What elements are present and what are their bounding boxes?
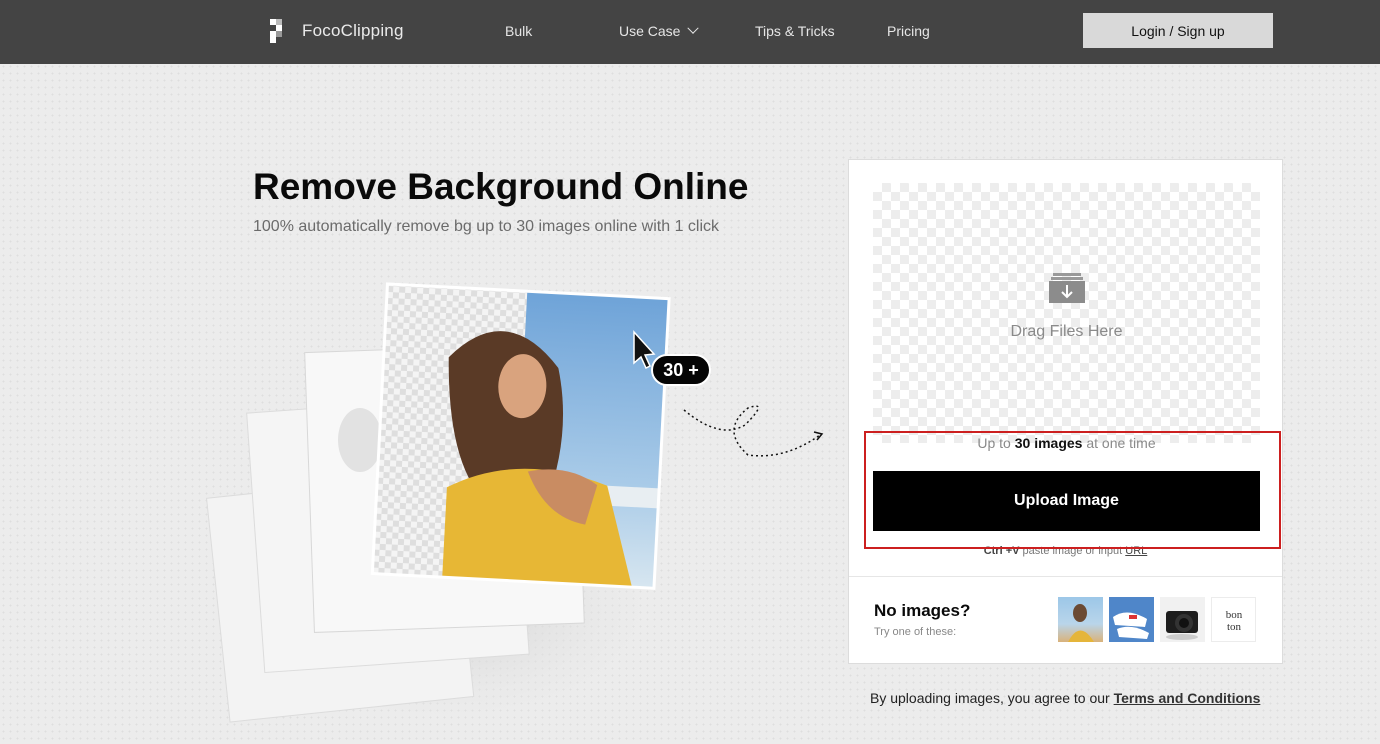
bonton-logo-sample-image[interactable]: bon ton bbox=[1211, 597, 1256, 642]
nav-item-bulk[interactable]: Bulk bbox=[505, 23, 532, 39]
login-signup-button[interactable]: Login / Sign up bbox=[1083, 13, 1273, 48]
image-count-badge: 30 + bbox=[651, 354, 711, 386]
divider bbox=[849, 576, 1282, 577]
upload-tray-icon bbox=[1049, 273, 1085, 303]
sample-images: bon ton bbox=[1058, 597, 1256, 642]
terms-notice: By uploading images, you agree to our Te… bbox=[870, 690, 1261, 706]
url-input-link[interactable]: URL bbox=[1125, 545, 1147, 557]
upload-card: Drag Files Here Up to 30 images at one t… bbox=[848, 159, 1283, 664]
logo-text: FocoClipping bbox=[302, 21, 404, 40]
drop-zone[interactable]: Drag Files Here Up to 30 images at one t… bbox=[873, 183, 1260, 451]
nav-item-pricing[interactable]: Pricing bbox=[887, 23, 930, 39]
terms-link[interactable]: Terms and Conditions bbox=[1114, 690, 1261, 706]
chevron-down-icon bbox=[687, 22, 700, 34]
upload-limit-text: Up to 30 images at one time bbox=[977, 435, 1156, 451]
logo[interactable]: FocoClipping bbox=[270, 19, 404, 43]
nav-item-tips-tricks[interactable]: Tips & Tricks bbox=[755, 23, 835, 39]
before-after-photo bbox=[370, 282, 671, 590]
fococlipping-logo-icon bbox=[270, 19, 292, 43]
nav-item-use-case-label: Use Case bbox=[619, 23, 681, 39]
no-images-title: No images? bbox=[874, 601, 971, 620]
camera-sample-image[interactable] bbox=[1160, 597, 1205, 642]
woman-sample-image[interactable] bbox=[1058, 597, 1103, 642]
svg-text:ton: ton bbox=[1227, 621, 1242, 633]
upload-image-button[interactable]: Upload Image bbox=[873, 471, 1260, 531]
drag-files-text: Drag Files Here bbox=[1010, 323, 1123, 340]
nav-item-use-case[interactable]: Use Case bbox=[619, 22, 700, 39]
hero-illustration bbox=[205, 282, 824, 730]
sneakers-sample-image[interactable] bbox=[1109, 597, 1154, 642]
no-images-subtitle: Try one of these: bbox=[874, 626, 957, 638]
paste-hint: Ctrl +V paste image or input URL bbox=[983, 545, 1148, 557]
top-navbar: FocoClipping Bulk Use Case Tips & Tricks… bbox=[0, 0, 1380, 64]
page-subtitle: 100% automatically remove bg up to 30 im… bbox=[253, 218, 720, 235]
svg-text:bon: bon bbox=[1226, 609, 1243, 621]
page-title: Remove Background Online bbox=[253, 166, 749, 207]
